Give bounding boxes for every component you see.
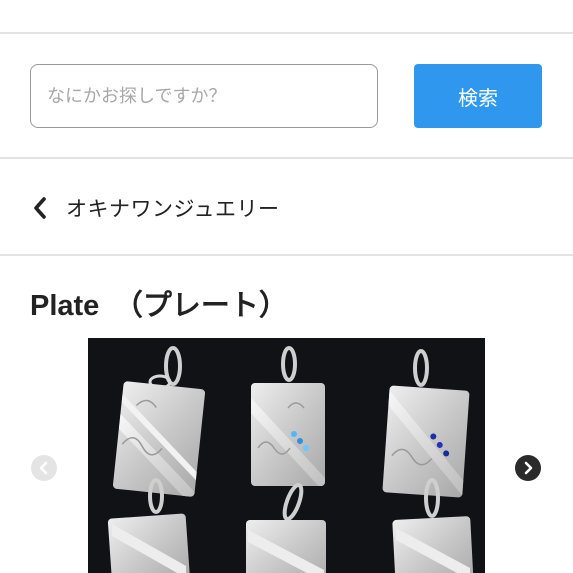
- carousel-prev-button[interactable]: [31, 455, 57, 481]
- chevron-left-icon: [38, 461, 50, 475]
- page-title: Plate （プレート）: [30, 290, 288, 322]
- product-image: [88, 338, 485, 573]
- search-divider: [0, 157, 573, 159]
- breadcrumb-back-label[interactable]: オキナワンジュエリー: [66, 193, 280, 223]
- breadcrumb[interactable]: オキナワンジュエリー: [30, 186, 280, 230]
- breadcrumb-divider: [0, 254, 573, 256]
- chevron-right-icon: [522, 461, 534, 475]
- chevron-left-icon: [30, 197, 50, 219]
- search-button[interactable]: 検索: [414, 64, 542, 128]
- search-input[interactable]: [30, 64, 378, 128]
- top-divider: [0, 32, 573, 34]
- carousel-next-button[interactable]: [515, 455, 541, 481]
